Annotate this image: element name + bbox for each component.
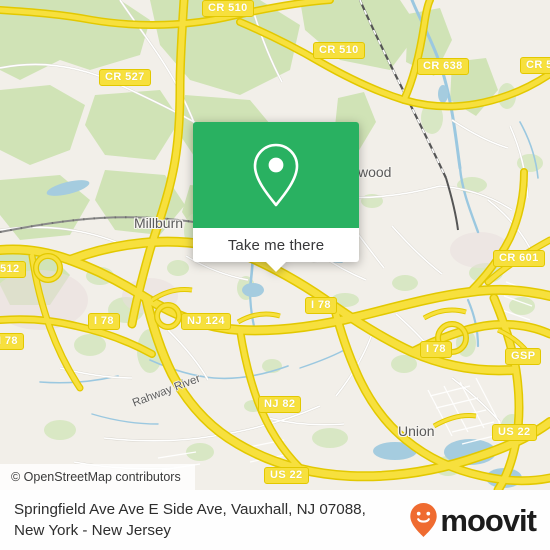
road-shield: US 22 xyxy=(264,467,309,484)
osm-attribution[interactable]: © OpenStreetMap contributors xyxy=(0,464,195,490)
road-shield: I 78 xyxy=(88,313,120,330)
place-label-maplewood: wood xyxy=(358,164,392,180)
address-line-2: New York - New Jersey xyxy=(14,522,171,539)
map-pin-icon xyxy=(253,143,299,207)
address-line-1: Springfield Ave Ave E Side Ave, Vauxhall… xyxy=(14,501,366,518)
popup-header xyxy=(193,122,359,228)
place-label-union: Union xyxy=(398,423,435,439)
footer-bar: Springfield Ave Ave E Side Ave, Vauxhall… xyxy=(0,490,550,550)
moovit-wordmark: moovit xyxy=(440,502,537,538)
map-screenshot-container: CR 510 CR 510 CR 638 CR 5 CR 527 CR 601 … xyxy=(0,0,550,550)
popup-pointer-tip xyxy=(265,261,287,272)
popup-footer[interactable]: Take me there xyxy=(193,228,359,272)
address-text: Springfield Ave Ave E Side Ave, Vauxhall… xyxy=(14,499,366,541)
place-label-millburn: Millburn xyxy=(134,215,184,231)
road-shield: NJ 124 xyxy=(181,313,231,330)
road-shield: CR 5 xyxy=(520,57,550,74)
road-shield: GSP xyxy=(505,348,542,365)
road-shield: US 22 xyxy=(492,424,537,441)
moovit-logo[interactable]: moovit xyxy=(409,502,537,538)
road-shield: 512 xyxy=(0,261,26,278)
road-shield: CR 510 xyxy=(313,42,365,59)
road-shield: CR 638 xyxy=(417,58,469,75)
road-shield: NJ 82 xyxy=(258,396,302,413)
road-shield: CR 510 xyxy=(202,0,254,17)
map-canvas[interactable]: CR 510 CR 510 CR 638 CR 5 CR 527 CR 601 … xyxy=(0,0,550,490)
road-shield: I 78 xyxy=(0,333,24,350)
road-shield: I 78 xyxy=(420,341,452,358)
road-shield: CR 601 xyxy=(493,250,545,267)
moovit-pin-smiley-icon xyxy=(410,503,438,537)
location-popup[interactable]: Take me there xyxy=(193,122,359,272)
road-shield: CR 527 xyxy=(99,69,151,86)
take-me-there-label: Take me there xyxy=(227,236,325,254)
road-shield: I 78 xyxy=(305,297,337,314)
osm-attribution-text: © OpenStreetMap contributors xyxy=(11,470,181,484)
